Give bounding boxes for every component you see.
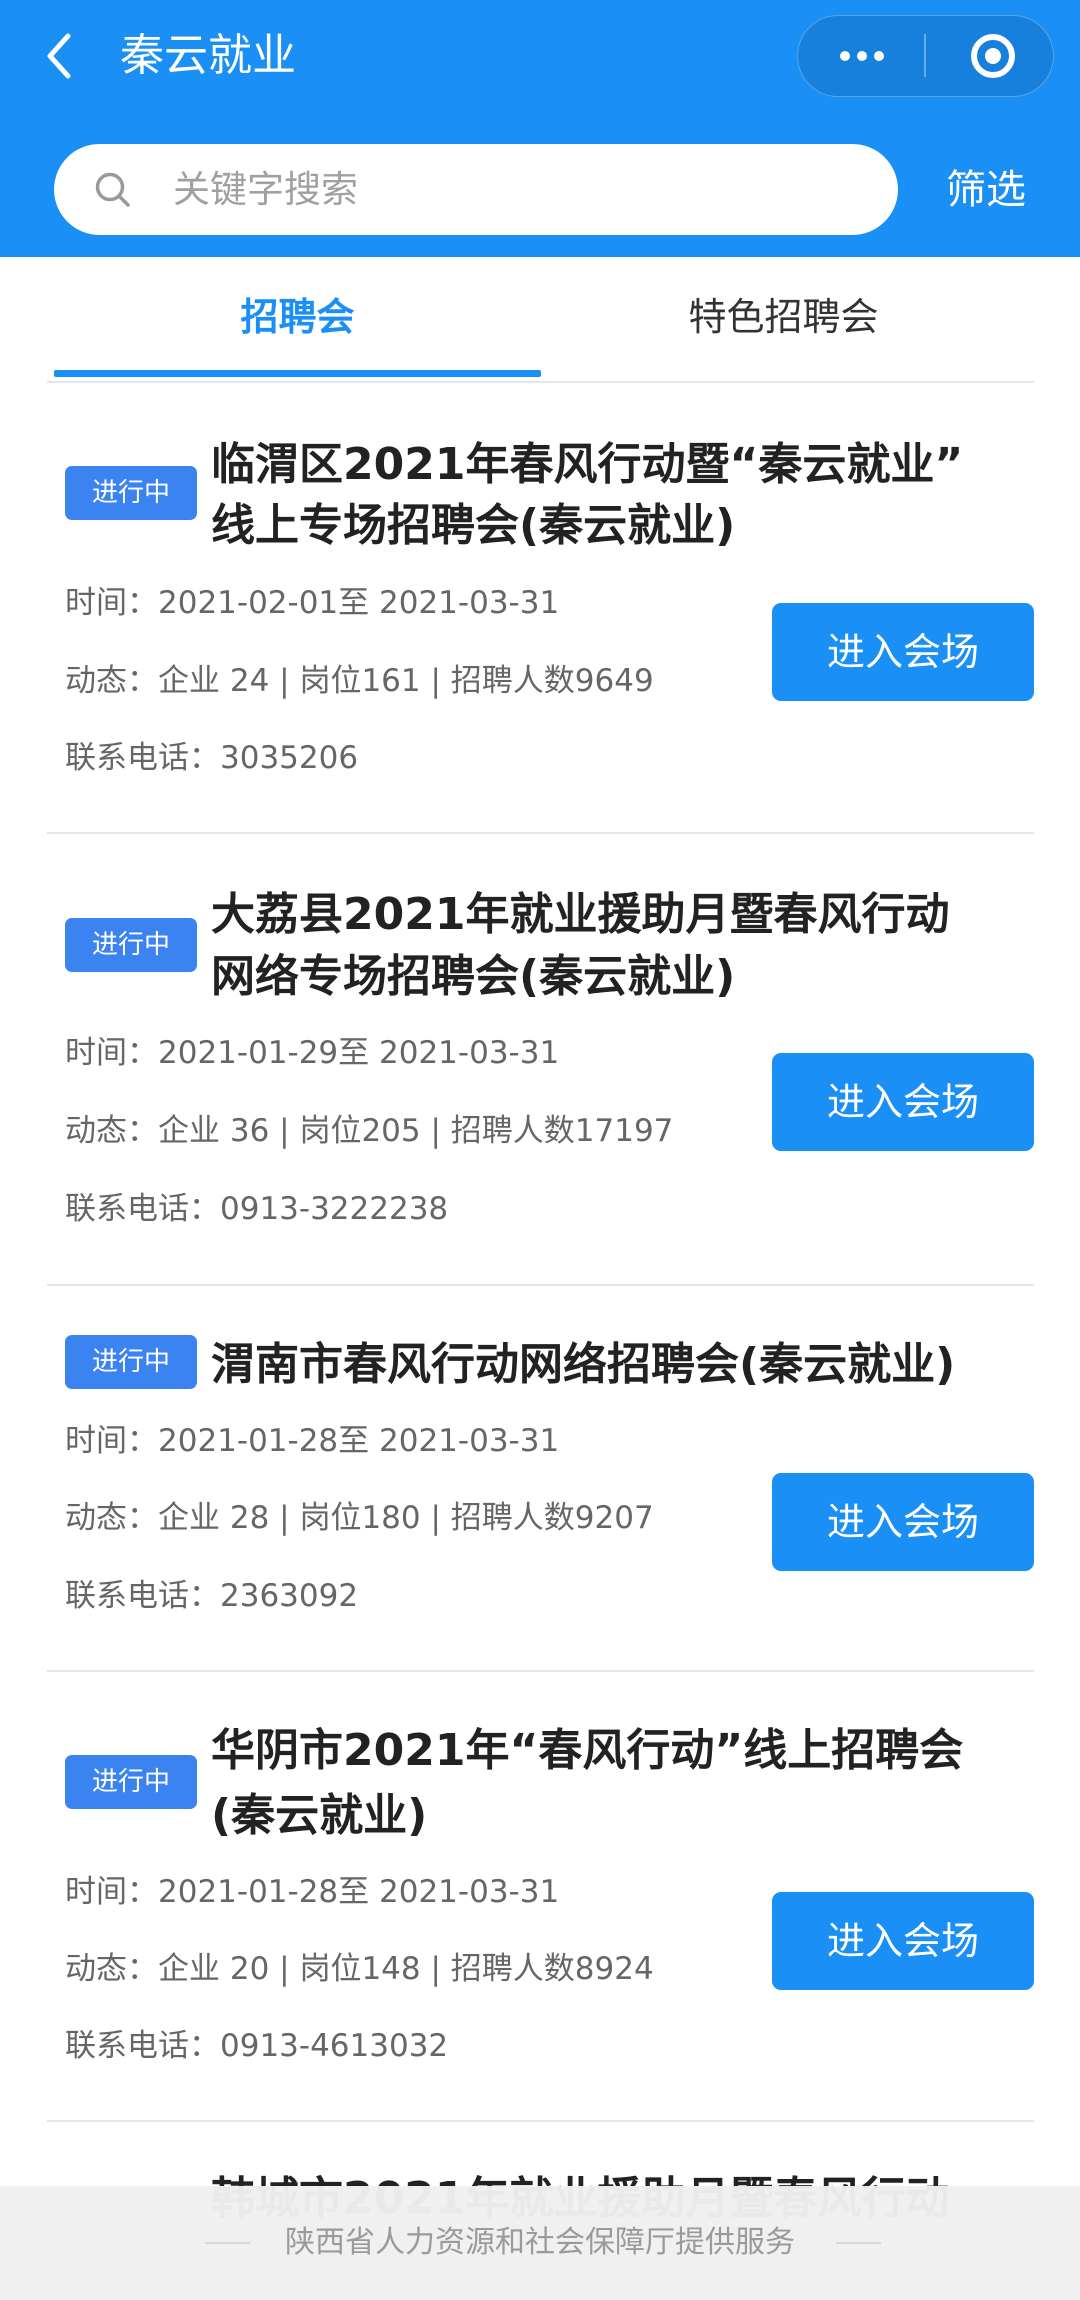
- enter-venue-button[interactable]: 进入会场: [772, 1473, 1034, 1571]
- enter-venue-button[interactable]: 进入会场: [772, 1892, 1034, 1990]
- target-circle-icon[interactable]: [969, 32, 1017, 80]
- card-stats: 动态：企业 24 | 岗位161 | 招聘人数9649: [65, 663, 654, 699]
- card-stats: 动态：企业 28 | 岗位180 | 招聘人数9207: [65, 1500, 654, 1536]
- search-icon: [95, 172, 130, 207]
- status-badge: 进行中: [65, 466, 197, 520]
- tab-featured-job-fairs[interactable]: 特色招聘会: [540, 257, 1027, 378]
- tab-job-fairs[interactable]: 招聘会: [54, 257, 541, 378]
- status-badge: 进行中: [65, 1755, 197, 1809]
- card-title-line: 线上专场招聘会(秦云就业): [211, 500, 736, 551]
- service-footer: 陕西省人力资源和社会保障厅提供服务: [0, 2186, 1080, 2300]
- miniprogram-capsule: [797, 15, 1054, 97]
- more-dots-icon[interactable]: [839, 50, 885, 62]
- card-title-line: 华阴市2021年“春风行动”线上招聘会: [211, 1725, 964, 1776]
- job-fair-card[interactable]: 进行中 临渭区2021年春风行动暨“秦云就业” 线上专场招聘会(秦云就业) 时间…: [0, 384, 1080, 834]
- back-button[interactable]: [36, 26, 82, 86]
- filter-button[interactable]: 筛选: [940, 162, 1032, 218]
- search-bar[interactable]: [54, 144, 898, 235]
- status-badge: 进行中: [65, 918, 197, 972]
- app-header: 秦云就业 筛选: [0, 0, 1080, 257]
- card-title-line: (秦云就业): [211, 1790, 428, 1841]
- card-time: 时间：2021-02-01至 2021-03-31: [65, 585, 560, 621]
- capsule-divider: [924, 34, 926, 77]
- enter-venue-button[interactable]: 进入会场: [772, 603, 1034, 701]
- more-button[interactable]: [798, 16, 925, 95]
- card-title-line: 大荔县2021年就业援助月暨春风行动: [211, 889, 950, 940]
- job-fair-card[interactable]: 进行中 渭南市春风行动网络招聘会(秦云就业) 时间：2021-01-28至 20…: [0, 1286, 1080, 1672]
- job-fair-card[interactable]: 进行中 大荔县2021年就业援助月暨春风行动 网络专场招聘会(秦云就业) 时间：…: [0, 834, 1080, 1286]
- card-title-line: 网络专场招聘会(秦云就业): [211, 951, 736, 1002]
- footer-line-right: [836, 2242, 881, 2244]
- card-title-line: 渭南市春风行动网络招聘会(秦云就业): [211, 1339, 956, 1390]
- chevron-left-icon[interactable]: [44, 32, 74, 80]
- card-time: 时间：2021-01-28至 2021-03-31: [65, 1874, 560, 1910]
- card-stats: 动态：企业 36 | 岗位205 | 招聘人数17197: [65, 1113, 674, 1149]
- close-button[interactable]: [933, 16, 1053, 95]
- tab-divider: [47, 381, 1034, 383]
- card-phone: 联系电话：0913-4613032: [65, 2028, 449, 2064]
- enter-venue-button[interactable]: 进入会场: [772, 1053, 1034, 1151]
- footer-provider-text: 陕西省人力资源和社会保障厅提供服务: [285, 2225, 795, 2260]
- active-tab-indicator: [54, 370, 541, 377]
- search-input[interactable]: [173, 144, 873, 235]
- tab-bar: 招聘会 特色招聘会: [0, 257, 1080, 387]
- card-time: 时间：2021-01-29至 2021-03-31: [65, 1035, 560, 1071]
- card-time: 时间：2021-01-28至 2021-03-31: [65, 1423, 560, 1459]
- card-phone: 联系电话：3035206: [65, 740, 359, 776]
- status-badge: 进行中: [65, 1335, 197, 1389]
- job-fair-card[interactable]: 进行中 华阴市2021年“春风行动”线上招聘会 (秦云就业) 时间：2021-0…: [0, 1672, 1080, 2122]
- card-phone: 联系电话：0913-3222238: [65, 1191, 449, 1227]
- card-stats: 动态：企业 20 | 岗位148 | 招聘人数8924: [65, 1951, 654, 1987]
- card-phone: 联系电话：2363092: [65, 1578, 359, 1614]
- card-title-line: 临渭区2021年春风行动暨“秦云就业”: [211, 439, 964, 490]
- page-title: 秦云就业: [120, 30, 296, 81]
